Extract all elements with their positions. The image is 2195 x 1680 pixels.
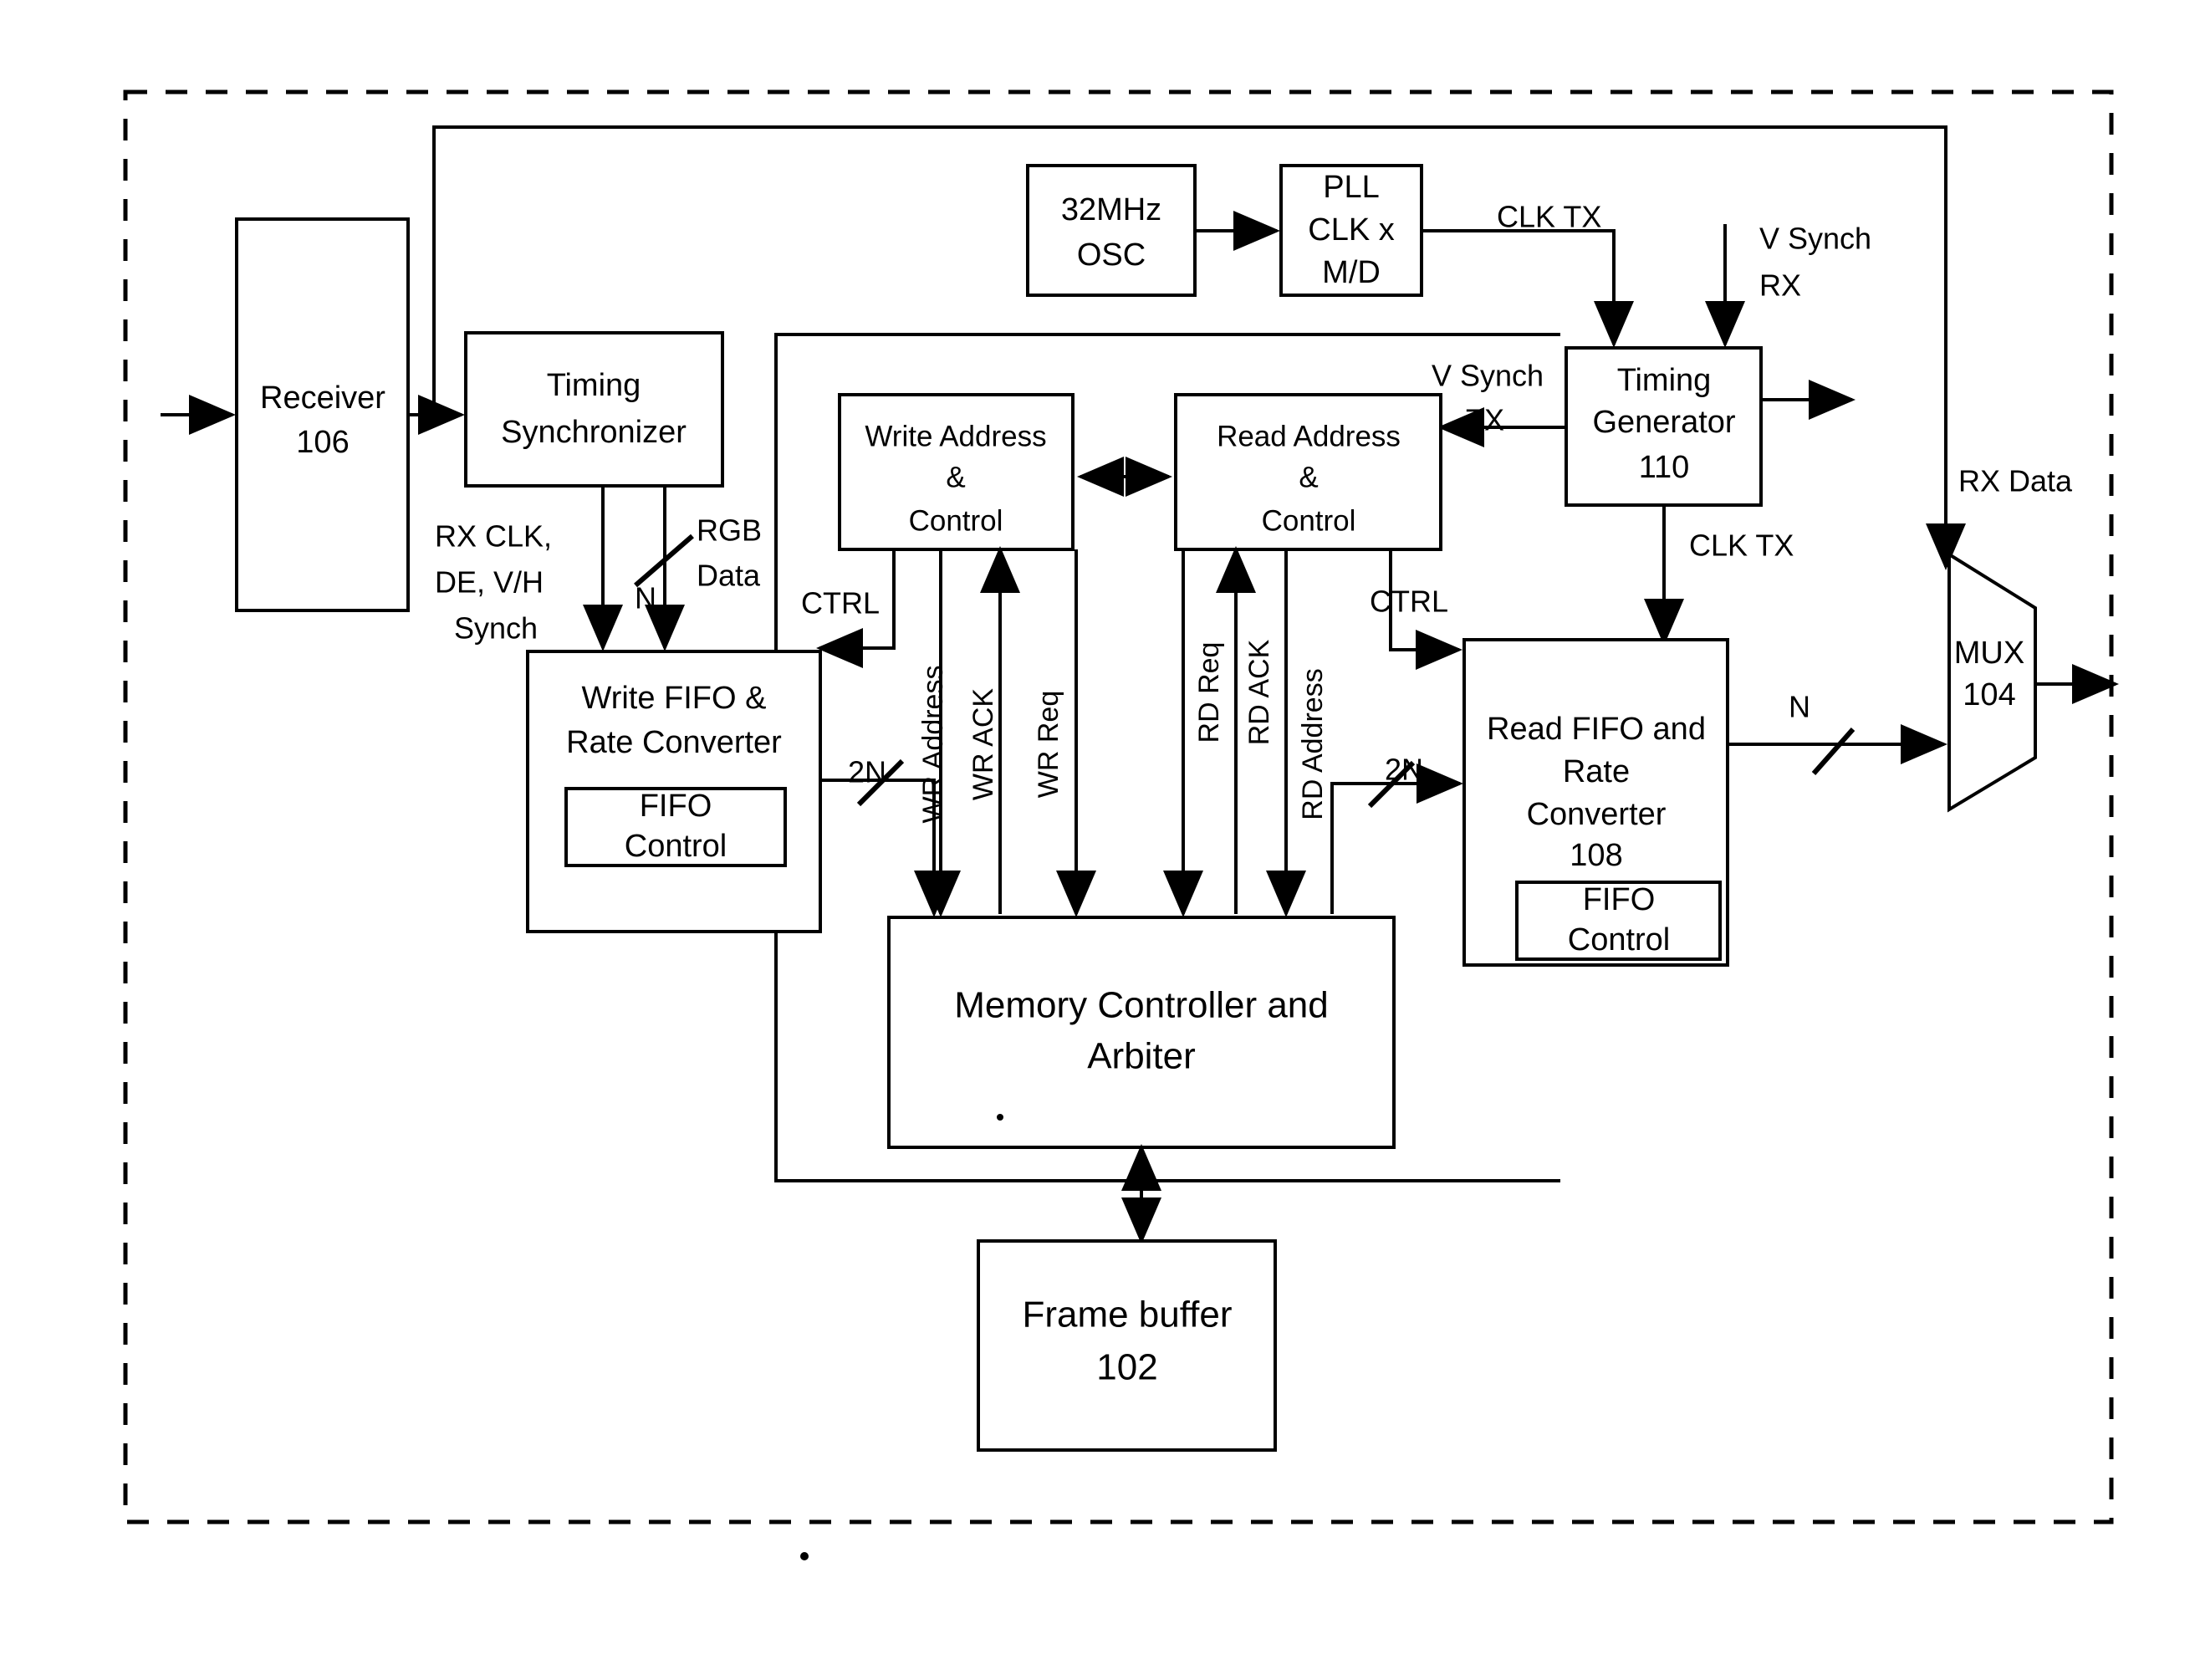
read-address-label-line1: Read Address <box>1217 420 1401 452</box>
read-fifo-label-line2: Rate <box>1563 754 1630 789</box>
osc-label-line1: 32MHz <box>1061 192 1161 227</box>
write-fifo-label-line2: Rate Converter <box>566 725 782 760</box>
memctrl-junction-dot <box>997 1114 1003 1121</box>
write-address-label-line1: Write Address <box>865 420 1046 452</box>
receiver-label-line1: Receiver <box>260 380 385 416</box>
v-synch-rx-label-line1: V Synch <box>1759 222 1871 256</box>
rx-clk-label-line2: DE, V/H <box>435 565 544 600</box>
memory-controller-block[interactable] <box>887 916 1396 1149</box>
rgb-data-label-line2: Data <box>697 559 761 593</box>
wire-pll-to-timinggen <box>1422 229 1634 348</box>
write-fifo-control-label-line2: Control <box>625 829 727 864</box>
wr-ack-label: WR ACK <box>967 688 999 800</box>
read-address-label-line2: & <box>1299 461 1318 493</box>
block-diagram-svg: Receiver 106 Timing Synchronizer RX CLK,… <box>123 89 2119 1560</box>
bus-slash-n-mux <box>1811 728 1856 775</box>
osc-block[interactable] <box>1026 164 1197 297</box>
diagram-canvas: Receiver 106 Timing Synchronizer RX CLK,… <box>0 0 2195 1680</box>
wr-req-label: WR Req <box>1033 691 1064 798</box>
mux-label-line2: 104 <box>1963 677 2015 712</box>
v-synch-tx-label-line1: V Synch <box>1432 359 1544 393</box>
frame-buffer-block[interactable] <box>977 1239 1277 1452</box>
frame-buffer-label-line2: 102 <box>1096 1347 1157 1388</box>
bus-label-2n-right: 2N <box>1385 753 1423 787</box>
read-address-label-line3: Control <box>1262 504 1356 537</box>
clk-tx-top-label: CLK TX <box>1497 200 1601 234</box>
rd-ack-label: RD ACK <box>1243 639 1275 745</box>
rd-address-label: RD Address <box>1297 668 1329 820</box>
read-fifo-label-line3: Converter <box>1527 797 1667 832</box>
ctrl-right-label: CTRL <box>1370 585 1448 619</box>
read-fifo-control-label-line1: FIFO <box>1583 882 1656 917</box>
bus-label-2n-left: 2N <box>848 755 886 789</box>
memory-controller-label-line1: Memory Controller and <box>954 985 1329 1026</box>
timing-generator-label-line1: Timing <box>1617 363 1712 398</box>
timing-synchronizer-label-line1: Timing <box>547 368 641 403</box>
frame-buffer-label-line1: Frame buffer <box>1022 1294 1232 1335</box>
mux-label-line1: MUX <box>1954 636 2024 671</box>
v-synch-rx-label-line2: RX <box>1759 268 1801 303</box>
timing-synchronizer-label-line2: Synchronizer <box>501 415 687 450</box>
receiver-label-line2: 106 <box>296 425 349 460</box>
rd-req-label: RD Req <box>1193 642 1225 743</box>
clk-tx-bottom-label: CLK TX <box>1689 529 1794 563</box>
read-fifo-label-line4: 108 <box>1570 838 1622 873</box>
timing-generator-label-line3: 110 <box>1639 450 1690 485</box>
pll-label-line1: PLL <box>1323 170 1380 205</box>
read-fifo-control-label-line2: Control <box>1568 922 1671 957</box>
write-fifo-label-line1: Write FIFO & <box>582 681 767 716</box>
rx-clk-label-line1: RX CLK, <box>435 519 552 554</box>
read-fifo-label-line1: Read FIFO and <box>1487 712 1706 747</box>
page-mark-dot <box>800 1552 809 1560</box>
timing-generator-label-line2: Generator <box>1592 405 1735 440</box>
v-synch-tx-label-line2: TX <box>1466 403 1504 437</box>
memory-controller-label-line2: Arbiter <box>1087 1036 1196 1077</box>
bus-label-n-mux: N <box>1789 690 1810 724</box>
rgb-data-label-line1: RGB <box>697 513 762 548</box>
rx-data-label: RX Data <box>1958 464 2073 498</box>
write-address-label-line3: Control <box>909 504 1003 537</box>
write-address-label-line2: & <box>946 461 965 493</box>
pll-label-line2: CLK x <box>1308 212 1394 248</box>
write-fifo-control-label-line1: FIFO <box>640 789 712 824</box>
timing-synchronizer-block[interactable] <box>464 331 724 488</box>
osc-label-line2: OSC <box>1077 237 1146 273</box>
ctrl-left-label: CTRL <box>801 586 880 620</box>
wire-memctrl-2n-to-readfifo <box>1330 763 1463 914</box>
pll-label-line3: M/D <box>1322 255 1381 290</box>
rx-clk-label-line3: Synch <box>454 611 538 646</box>
bus-label-n-rgb: N <box>635 581 656 615</box>
